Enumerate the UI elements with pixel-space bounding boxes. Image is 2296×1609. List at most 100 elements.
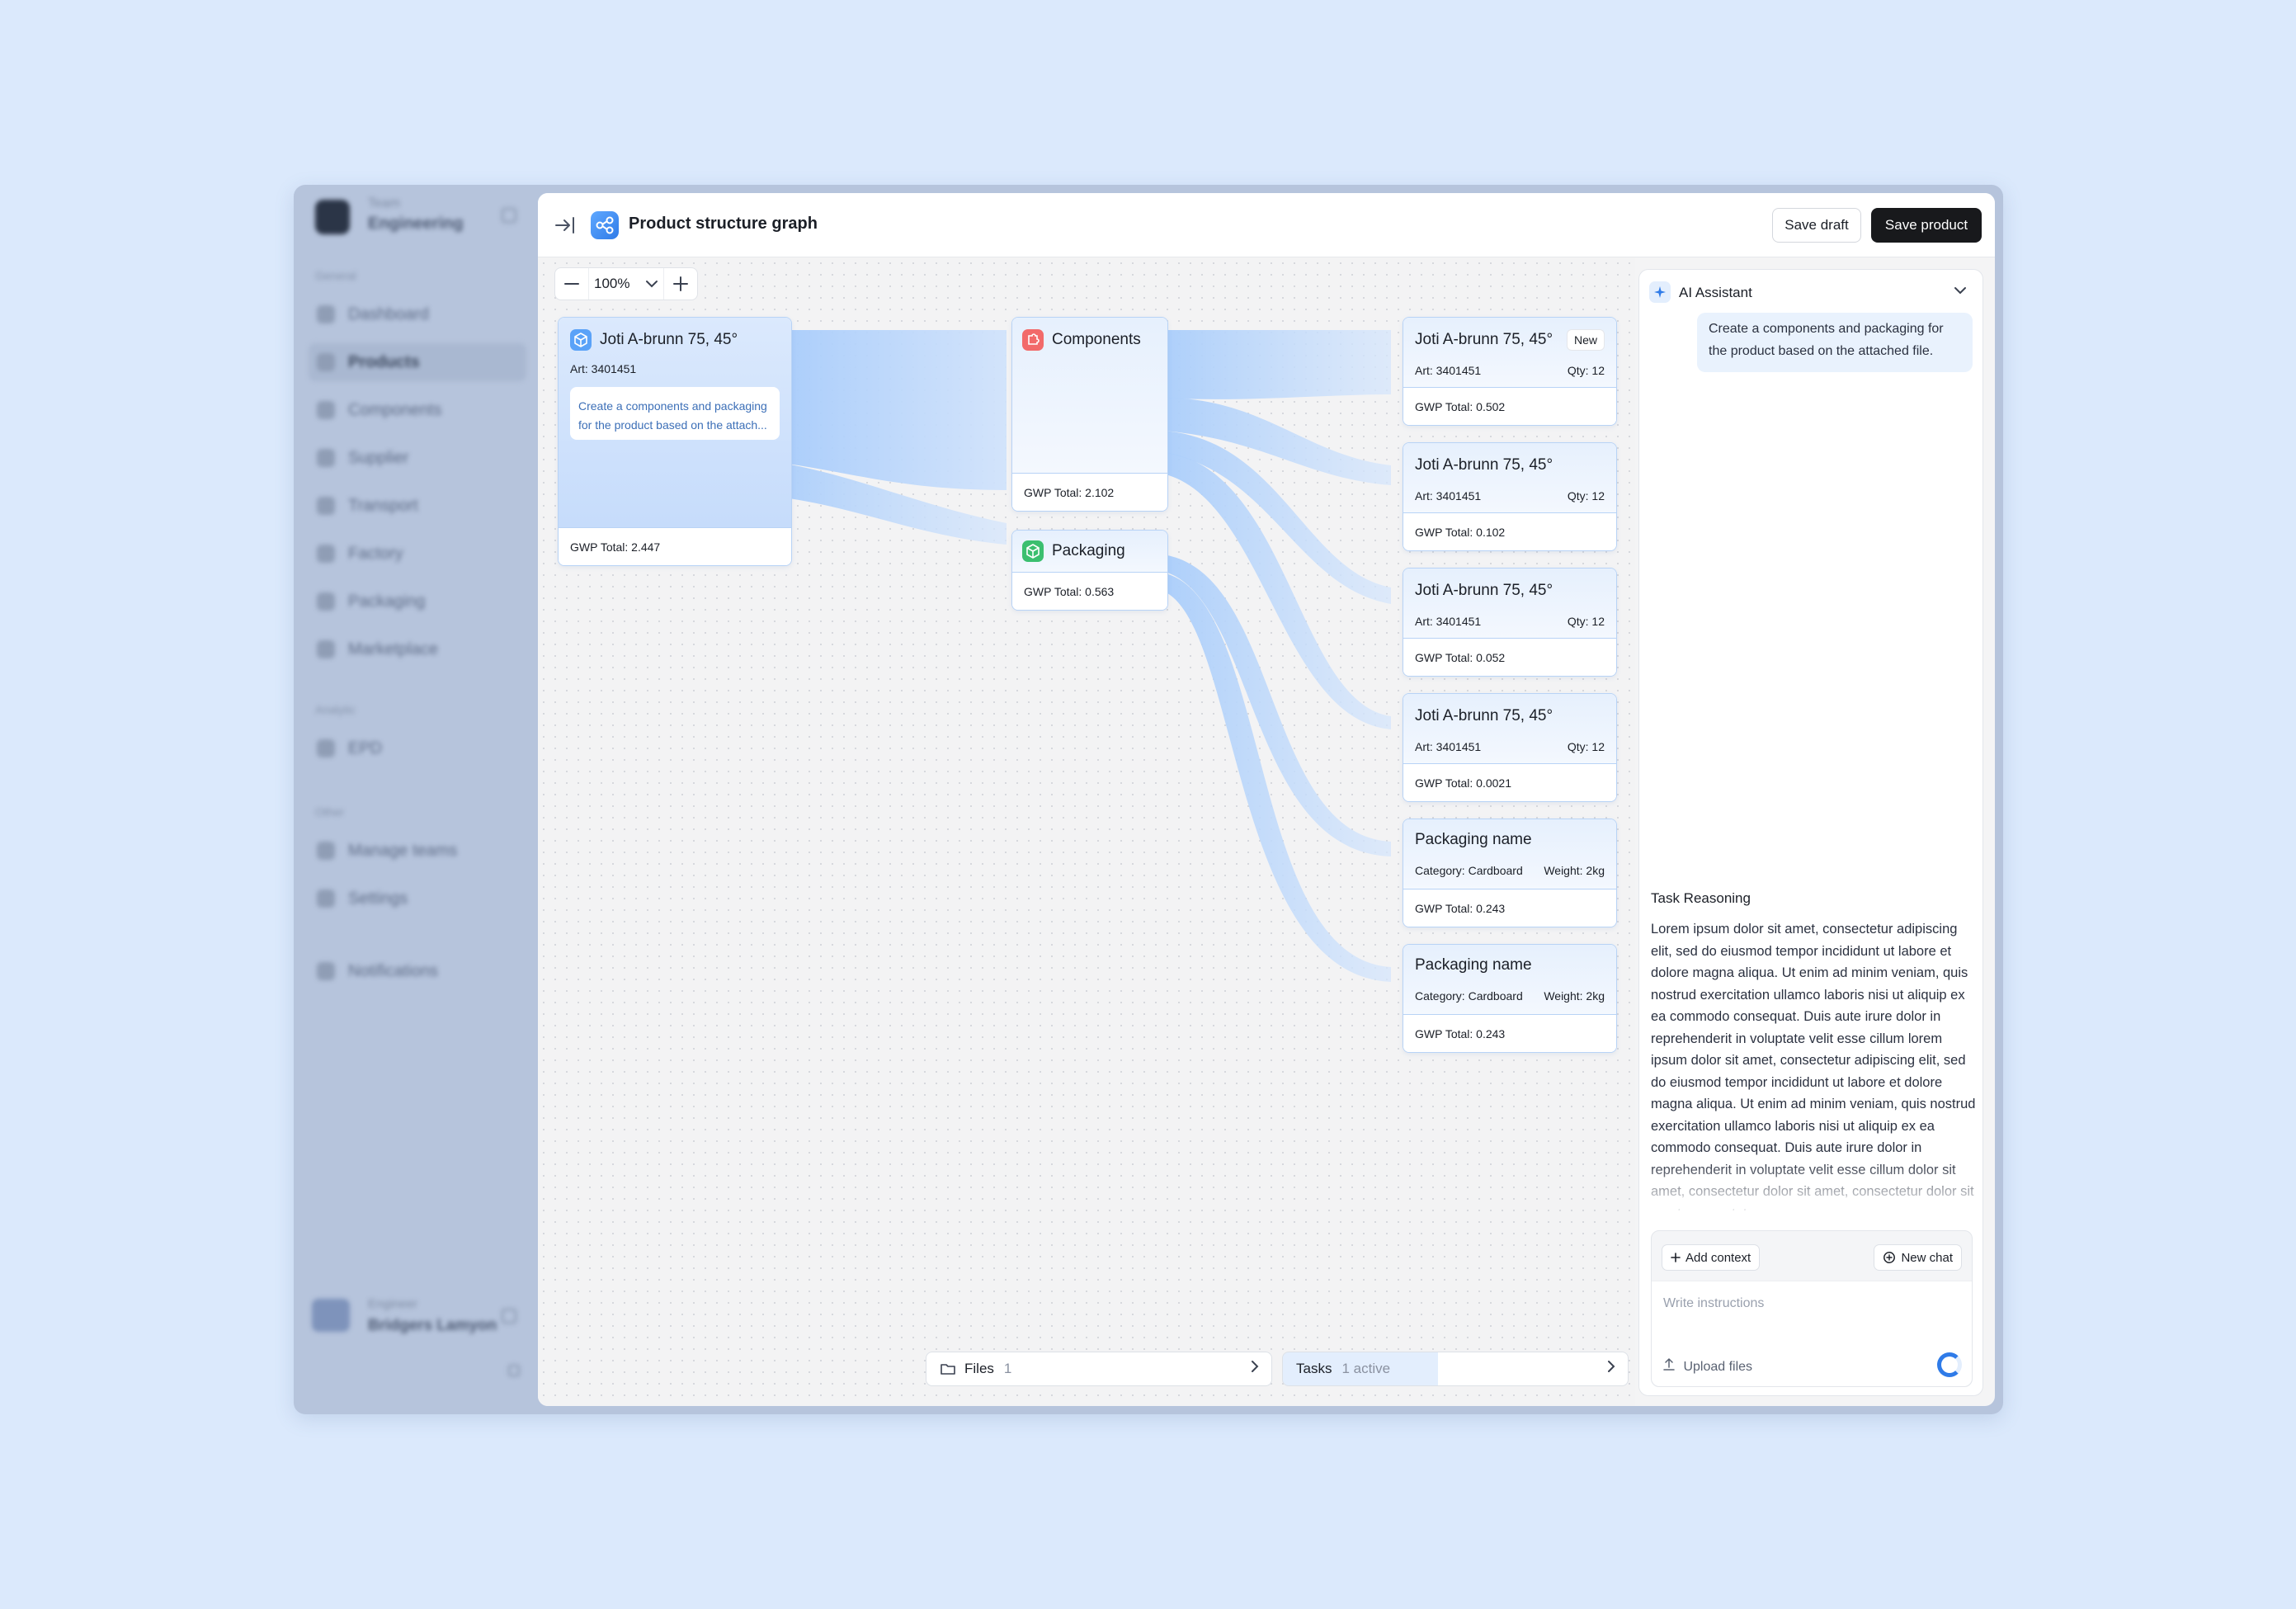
tasks-status: 1 active — [1341, 1361, 1391, 1376]
packaging-icon — [317, 592, 335, 611]
sidebar-item-factory[interactable]: Factory — [309, 535, 526, 573]
sidebar-item-label: Factory — [348, 544, 403, 563]
transport-icon — [317, 497, 335, 515]
node-art: Art: 3401451 — [1415, 615, 1482, 628]
chevron-right-icon — [1250, 1359, 1260, 1379]
node-header — [1403, 569, 1616, 639]
sidebar-item-label: Dashboard — [348, 304, 429, 323]
node-title: Joti A-brunn 75, 45° — [1415, 582, 1553, 599]
save-product-button[interactable]: Save product — [1871, 208, 1982, 243]
user-message-bubble: Create a components and packaging for th… — [1697, 313, 1973, 372]
sidebar-item-products[interactable]: Products — [309, 343, 526, 381]
sidebar-item-packaging[interactable]: Packaging — [309, 583, 526, 620]
epd-icon — [317, 739, 335, 757]
node-qty: Qty: 12 — [1567, 615, 1605, 628]
user-menu-icon[interactable] — [502, 1309, 516, 1324]
sidebar-item-components[interactable]: Components — [309, 391, 526, 429]
sidebar-item-label: Notifications — [348, 961, 438, 980]
node-message: Create a components and packaging for th… — [570, 387, 780, 440]
sidebar-item-label: Transport — [348, 496, 418, 515]
upload-files-button[interactable]: Upload files — [1663, 1357, 1752, 1375]
node-art: Art: 3401451 — [1415, 740, 1482, 753]
chevron-down-icon[interactable] — [1953, 281, 1968, 300]
task-reasoning-text: Lorem ipsum dolor sit amet, consectetur … — [1651, 922, 1976, 1210]
puzzle-icon — [1022, 329, 1044, 351]
sidebar-item-notifications[interactable]: Notifications — [309, 952, 526, 990]
plus-icon — [1671, 1253, 1681, 1262]
components-node[interactable]: Components GWP Total: 2.102 — [1011, 317, 1168, 512]
node-category: Category: Cardboard — [1415, 989, 1523, 1003]
node-weight: Weight: 2kg — [1544, 989, 1605, 1003]
marketplace-icon — [317, 640, 335, 658]
save-draft-button[interactable]: Save draft — [1772, 208, 1861, 243]
bell-icon — [317, 962, 335, 980]
flow-components-leaf-1 — [1162, 330, 1391, 399]
ai-panel-title: AI Assistant — [1679, 285, 1752, 300]
sidebar-item-marketplace[interactable]: Marketplace — [309, 630, 526, 668]
sidebar-section-analytic: Analytic — [315, 703, 356, 716]
node-header — [1403, 819, 1616, 890]
node-gwp: GWP Total: 2.102 — [1012, 473, 1167, 511]
folder-icon — [941, 1364, 955, 1375]
sidebar-item-supplier[interactable]: Supplier — [309, 439, 526, 477]
root-product-node[interactable]: Joti A-brunn 75, 45° Art: 3401451 Create… — [558, 317, 792, 566]
node-weight: Weight: 2kg — [1544, 864, 1605, 877]
page-title: Product structure graph — [629, 215, 818, 233]
instructions-placeholder: Write instructions — [1663, 1296, 1765, 1310]
leaf-node-1[interactable]: Joti A-brunn 75, 45° New Art: 3401451 Qt… — [1403, 317, 1617, 426]
node-gwp: GWP Total: 2.447 — [559, 527, 791, 565]
leaf-node-2[interactable]: Joti A-brunn 75, 45° Art: 3401451 Qty: 1… — [1403, 442, 1617, 551]
packaging-node[interactable]: Packaging GWP Total: 0.563 — [1011, 530, 1168, 611]
instructions-input[interactable]: Write instructions Upload files — [1652, 1281, 1972, 1386]
sidebar-item-label: Marketplace — [348, 639, 438, 658]
sidebar-item-dashboard[interactable]: Dashboard — [309, 295, 526, 333]
avatar[interactable] — [312, 1299, 350, 1332]
node-title: Components — [1052, 331, 1141, 348]
node-qty: Qty: 12 — [1567, 740, 1605, 753]
new-chat-button[interactable]: New chat — [1874, 1244, 1962, 1271]
loading-spinner-icon — [1937, 1352, 1962, 1377]
collapse-sidebar-icon[interactable] — [553, 213, 578, 238]
sidebar-item-transport[interactable]: Transport — [309, 487, 526, 525]
teams-icon — [317, 842, 335, 860]
files-label: Files — [964, 1361, 994, 1376]
leaf-node-4[interactable]: Joti A-brunn 75, 45° Art: 3401451 Qty: 1… — [1403, 693, 1617, 802]
sidebar-item-label: Supplier — [348, 448, 409, 467]
sidebar-item-epd[interactable]: EPD — [309, 729, 526, 767]
user-name[interactable]: Bridgers Lamyon — [368, 1317, 497, 1335]
node-gwp: GWP Total: 0.502 — [1403, 387, 1616, 425]
team-logo[interactable] — [315, 200, 350, 234]
add-context-button[interactable]: Add context — [1662, 1244, 1761, 1271]
files-panel-button[interactable]: Files 1 — [926, 1352, 1272, 1386]
node-header — [1403, 694, 1616, 765]
main-panel: Product structure graph Save draft Save … — [538, 193, 1995, 1406]
ai-assistant-panel: AI Assistant Create a components and pac… — [1638, 269, 1983, 1396]
node-title: Joti A-brunn 75, 45° — [1415, 707, 1553, 724]
node-header — [1403, 443, 1616, 514]
gear-icon — [317, 889, 335, 908]
node-art: Art: 3401451 — [570, 362, 637, 375]
node-category: Category: Cardboard — [1415, 864, 1523, 877]
sidebar-item-label: Components — [348, 400, 442, 419]
flow-root-components — [776, 330, 1007, 490]
leaf-node-3[interactable]: Joti A-brunn 75, 45° Art: 3401451 Qty: 1… — [1403, 568, 1617, 677]
sparkle-icon — [1649, 281, 1671, 303]
chat-composer: Add context New chat Write instructions … — [1651, 1230, 1973, 1387]
sidebar-item-label: Products — [348, 352, 420, 371]
sidebar-collapse-icon[interactable] — [508, 1365, 520, 1376]
node-qty: Qty: 12 — [1567, 364, 1605, 377]
graph-canvas[interactable]: 100% Joti A-brunn 75, 45° Art: 3401451 C… — [538, 257, 1635, 1406]
sidebar-item-manage-teams[interactable]: Manage teams — [309, 832, 526, 870]
team-switch-icon[interactable] — [502, 208, 516, 223]
dashboard-icon — [317, 305, 335, 323]
tasks-panel-button[interactable]: Tasks 1 active — [1282, 1352, 1629, 1386]
team-name[interactable]: Engineering — [368, 215, 464, 234]
sidebar-section-other: Other — [315, 805, 345, 819]
package-icon — [1022, 540, 1044, 562]
leaf-node-5[interactable]: Packaging name Category: Cardboard Weigh… — [1403, 819, 1617, 927]
sidebar-item-settings[interactable]: Settings — [309, 880, 526, 918]
leaf-node-6[interactable]: Packaging name Category: Cardboard Weigh… — [1403, 944, 1617, 1053]
box-icon — [570, 329, 592, 351]
node-gwp: GWP Total: 0.102 — [1403, 512, 1616, 550]
sidebar-item-label: Manage teams — [348, 841, 458, 860]
